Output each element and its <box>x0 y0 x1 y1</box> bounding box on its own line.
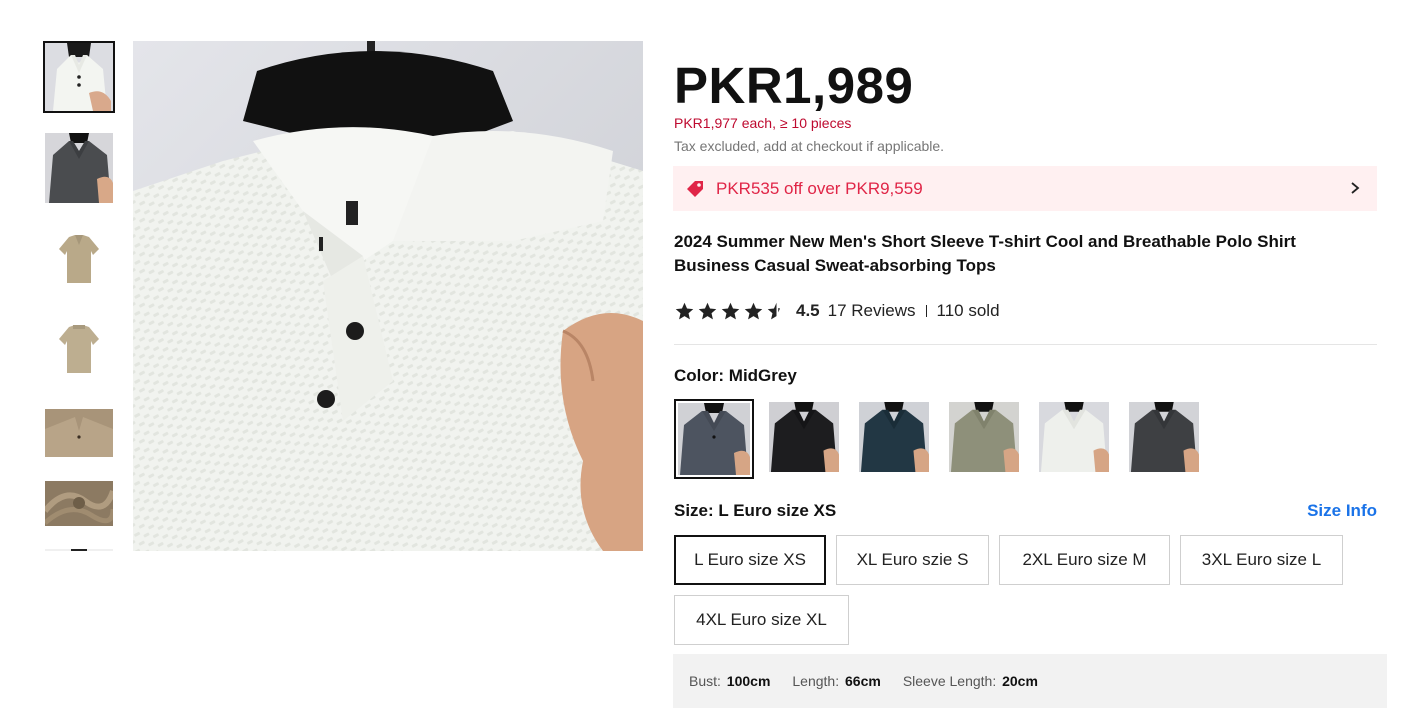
thumbnail-khaki-front[interactable] <box>45 223 113 293</box>
thumbnail-partial[interactable] <box>45 549 113 551</box>
reviews-link[interactable]: 17 Reviews <box>828 301 916 321</box>
swatch-image <box>678 403 750 475</box>
thumbnail-image <box>45 549 113 551</box>
color-label: Color: MidGrey <box>674 366 797 386</box>
thumbnail-image <box>45 313 113 383</box>
rating-stars <box>674 301 787 322</box>
star-full-icon <box>675 302 694 319</box>
color-swatch-midgrey[interactable] <box>674 399 754 479</box>
rating-value: 4.5 <box>796 301 820 320</box>
measurements-bar: Bust: 100cm Length: 66cm Sleeve Length: … <box>673 654 1387 708</box>
thumbnail-fabric-swirl[interactable] <box>45 481 113 526</box>
separator <box>925 305 927 317</box>
tax-note: Tax excluded, add at checkout if applica… <box>674 138 945 154</box>
color-swatch-olive[interactable] <box>947 400 1021 474</box>
star-full-icon <box>698 302 717 319</box>
color-selected: MidGrey <box>728 366 797 385</box>
price: PKR1,989 <box>674 57 914 114</box>
size-option-4xl[interactable]: 4XL Euro size XL <box>674 595 849 645</box>
measure-value: 66cm <box>845 673 881 689</box>
thumbnail-image <box>45 43 113 111</box>
color-swatch-white[interactable] <box>1037 400 1111 474</box>
color-label-prefix: Color: <box>674 366 725 385</box>
thumbnail-image <box>45 409 113 457</box>
star-half-icon <box>767 302 780 319</box>
promo-banner[interactable]: PKR535 off over PKR9,559 <box>673 166 1377 211</box>
price-tag-icon <box>685 179 705 199</box>
thumbnail-strip <box>43 41 115 551</box>
swatch-image <box>769 402 839 472</box>
swatch-image <box>1129 402 1199 472</box>
divider <box>674 344 1377 345</box>
thumbnail-image <box>45 133 113 203</box>
swatch-image <box>1039 402 1109 472</box>
product-title: 2024 Summer New Men's Short Sleeve T-shi… <box>674 232 1296 275</box>
star-full-icon <box>744 302 763 319</box>
size-label-prefix: Size: <box>674 501 714 520</box>
swatch-image <box>949 402 1019 472</box>
measure-bust: Bust: 100cm <box>689 673 770 689</box>
measure-length: Length: 66cm <box>792 673 880 689</box>
thumbnail-image <box>45 223 113 293</box>
size-option-3xl[interactable]: 3XL Euro size L <box>1180 535 1343 585</box>
size-option-2xl[interactable]: 2XL Euro size M <box>999 535 1170 585</box>
color-swatch-charcoal[interactable] <box>1127 400 1201 474</box>
measure-sleeve-length: Sleeve Length: 20cm <box>903 673 1038 689</box>
size-selected: L Euro size XS <box>718 501 837 520</box>
measure-label: Bust: <box>689 673 721 689</box>
measure-label: Length: <box>792 673 840 689</box>
measure-label: Sleeve Length: <box>902 673 997 689</box>
size-info-link[interactable]: Size Info <box>1307 501 1377 521</box>
chevron-right-icon <box>1351 182 1360 194</box>
thumbnail-white-polo[interactable] <box>43 41 115 113</box>
promo-text: PKR535 off over PKR9,559 <box>716 178 923 198</box>
rating-row: 4.5 17 Reviews 110 sold <box>674 299 1000 323</box>
thumbnail-grey-polo-hand[interactable] <box>45 133 113 203</box>
bulk-price: PKR1,977 each, ≥ 10 pieces <box>674 115 852 131</box>
star-full-icon <box>721 302 740 319</box>
size-label: Size: L Euro size XS <box>674 501 836 521</box>
measure-value: 20cm <box>1002 673 1038 689</box>
sold-count: 110 sold <box>936 301 1000 320</box>
thumbnail-image <box>45 481 113 526</box>
thumbnail-khaki-collar[interactable] <box>45 409 113 457</box>
color-swatch-navy[interactable] <box>857 400 931 474</box>
main-product-image[interactable] <box>133 41 643 551</box>
swatch-image <box>859 402 929 472</box>
color-swatch-black[interactable] <box>767 400 841 474</box>
size-option-xl[interactable]: XL Euro szie S <box>836 535 989 585</box>
thumbnail-khaki-back[interactable] <box>45 313 113 383</box>
measure-value: 100cm <box>726 673 771 689</box>
main-image-graphic <box>133 41 643 551</box>
color-swatches <box>674 399 1217 479</box>
size-option-l[interactable]: L Euro size XS <box>674 535 826 585</box>
